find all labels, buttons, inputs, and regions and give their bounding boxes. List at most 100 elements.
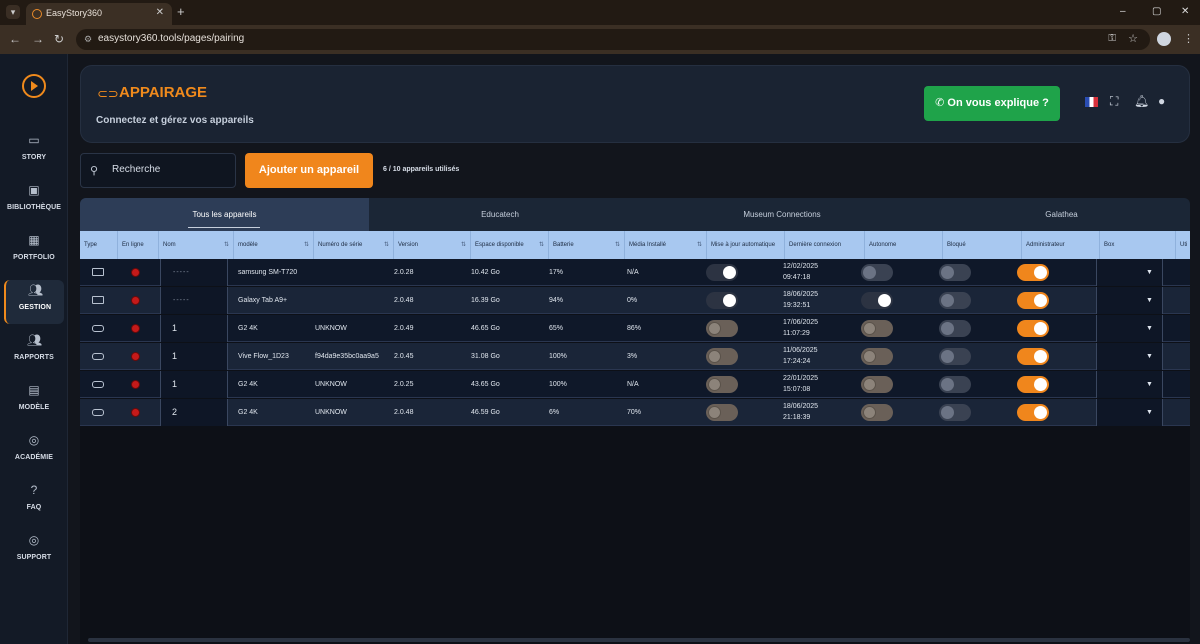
table-row[interactable]: 2 G2 4K UNKNOW 2.0.48 46.59 Go 6% 70% 18…	[80, 399, 1190, 426]
autonomous-toggle[interactable]	[861, 348, 893, 365]
sidebar-item-rapports[interactable]: 👥︎ RAPPORTS	[4, 330, 64, 374]
table-row[interactable]: 1 Vive Flow_1D23 f94da9e35bc0aa9a5 2.0.4…	[80, 343, 1190, 370]
sort-icon[interactable]: ⇅	[539, 231, 544, 259]
box-select[interactable]	[1096, 287, 1163, 314]
chevron-down-icon[interactable]: ▼	[1146, 343, 1153, 370]
column-header-media[interactable]: Média Installé ⇅	[624, 231, 706, 259]
column-header-box[interactable]: Box	[1099, 231, 1175, 259]
app-logo[interactable]	[22, 74, 46, 98]
sort-icon[interactable]: ⇅	[384, 231, 389, 259]
forward-icon[interactable]: →	[32, 32, 44, 46]
sort-icon[interactable]: ⇅	[615, 231, 620, 259]
new-tab-icon[interactable]: +	[177, 4, 185, 19]
url-field[interactable]: ⚙ easystory360.tools/pages/pairing ⚿ ☆	[76, 29, 1150, 50]
maximize-icon[interactable]: ▢	[1152, 6, 1161, 17]
auto-update-toggle[interactable]	[706, 292, 738, 309]
minimize-icon[interactable]: –	[1120, 6, 1126, 17]
profile-avatar[interactable]	[1157, 32, 1171, 46]
table-row[interactable]: 1 G2 4K UNKNOW 2.0.49 46.65 Go 65% 86% 1…	[80, 315, 1190, 342]
column-header-model[interactable]: modèle ⇅	[233, 231, 313, 259]
admin-toggle[interactable]	[1017, 404, 1049, 421]
add-device-button[interactable]: Ajouter un appareil	[245, 153, 373, 188]
column-header-type[interactable]: Type	[80, 231, 117, 259]
auto-update-toggle[interactable]	[706, 404, 738, 421]
browser-menu-icon[interactable]: ⋮	[1183, 32, 1194, 45]
sort-icon[interactable]: ⇅	[461, 231, 466, 259]
box-select[interactable]	[1096, 343, 1163, 370]
sidebar-item-gestion[interactable]: 👥︎ GESTION	[4, 280, 64, 324]
column-header-blocked[interactable]: Bloqué	[942, 231, 1021, 259]
tab-search-icon[interactable]: ▾	[6, 5, 20, 19]
blocked-toggle[interactable]	[939, 376, 971, 393]
french-flag-icon[interactable]	[1085, 97, 1098, 107]
auto-update-toggle[interactable]	[706, 348, 738, 365]
column-header-battery[interactable]: Batterie ⇅	[548, 231, 624, 259]
column-header-uti[interactable]: Uti	[1175, 231, 1190, 259]
chevron-down-icon[interactable]: ▼	[1146, 371, 1153, 398]
back-icon[interactable]: ←	[9, 32, 21, 46]
admin-toggle[interactable]	[1017, 348, 1049, 365]
sidebar-item-bibliotheque[interactable]: ▣ BIBLIOTHÈQUE	[4, 180, 64, 224]
bookmark-star-icon[interactable]: ☆	[1128, 32, 1138, 45]
box-select[interactable]	[1096, 399, 1163, 426]
chevron-down-icon[interactable]: ▼	[1146, 399, 1153, 426]
sidebar-item-support[interactable]: ◎ SUPPORT	[4, 530, 64, 574]
site-info-icon[interactable]: ⚙	[84, 34, 92, 45]
chevron-down-icon[interactable]: ▼	[1146, 287, 1153, 314]
sidebar-item-portfolio[interactable]: ▦ PORTFOLIO	[4, 230, 64, 274]
column-header-last-connection[interactable]: Dernière connexion	[784, 231, 864, 259]
chevron-down-icon[interactable]: ▼	[1146, 259, 1153, 286]
sort-icon[interactable]: ⇅	[224, 231, 229, 259]
chevron-down-icon[interactable]: ▼	[1146, 315, 1153, 342]
table-row[interactable]: 1 G2 4K UNKNOW 2.0.25 43.65 Go 100% N/A …	[80, 371, 1190, 398]
admin-toggle[interactable]	[1017, 292, 1049, 309]
column-header-autonomous[interactable]: Autonome	[864, 231, 942, 259]
blocked-toggle[interactable]	[939, 404, 971, 421]
column-header-auto-update[interactable]: Mise à jour automatique	[706, 231, 784, 259]
column-header-space[interactable]: Espace disponible ⇅	[470, 231, 548, 259]
tab-all-devices[interactable]: Tous les appareils	[80, 198, 369, 231]
account-icon[interactable]: ●	[1158, 94, 1165, 108]
box-select[interactable]	[1096, 259, 1163, 286]
tab-educatech[interactable]: Educatech	[369, 198, 631, 231]
blocked-toggle[interactable]	[939, 348, 971, 365]
fullscreen-icon[interactable]: ⛶	[1110, 94, 1118, 109]
reload-icon[interactable]: ↻	[54, 32, 64, 46]
column-header-name[interactable]: Nom ⇅	[158, 231, 233, 259]
auto-update-toggle[interactable]	[706, 320, 738, 337]
autonomous-toggle[interactable]	[861, 292, 893, 309]
autonomous-toggle[interactable]	[861, 264, 893, 281]
table-row[interactable]: ----- samsung SM-T720 2.0.28 10.42 Go 17…	[80, 259, 1190, 286]
password-key-icon[interactable]: ⚿	[1108, 33, 1116, 44]
sidebar-item-faq[interactable]: ? FAQ	[4, 480, 64, 524]
sidebar-item-story[interactable]: ▭ STORY	[4, 130, 64, 174]
autonomous-toggle[interactable]	[861, 376, 893, 393]
sidebar-item-modele[interactable]: ▤ MODÈLE	[4, 380, 64, 424]
close-tab-icon[interactable]: ✕	[156, 7, 164, 18]
column-header-serial[interactable]: Numéro de série ⇅	[313, 231, 393, 259]
column-header-admin[interactable]: Administrateur	[1021, 231, 1099, 259]
blocked-toggle[interactable]	[939, 264, 971, 281]
autonomous-toggle[interactable]	[861, 320, 893, 337]
admin-toggle[interactable]	[1017, 320, 1049, 337]
search-input[interactable]: ⚲ Recherche	[80, 153, 236, 188]
blocked-toggle[interactable]	[939, 320, 971, 337]
tab-galathea[interactable]: Galathea	[933, 198, 1190, 231]
bell-icon[interactable]: 🔔︎	[1134, 94, 1149, 108]
auto-update-toggle[interactable]	[706, 264, 738, 281]
autonomous-toggle[interactable]	[861, 404, 893, 421]
browser-tab[interactable]: EasyStory360 ✕	[26, 3, 172, 25]
close-window-icon[interactable]: ✕	[1181, 6, 1189, 17]
horizontal-scrollbar[interactable]	[88, 638, 1190, 642]
box-select[interactable]	[1096, 371, 1163, 398]
sort-icon[interactable]: ⇅	[304, 231, 309, 259]
auto-update-toggle[interactable]	[706, 376, 738, 393]
sort-icon[interactable]: ⇅	[697, 231, 702, 259]
column-header-online[interactable]: En ligne	[117, 231, 158, 259]
explain-button[interactable]: ✆ On vous explique ?	[924, 86, 1060, 121]
admin-toggle[interactable]	[1017, 376, 1049, 393]
tab-museum-connections[interactable]: Museum Connections	[631, 198, 933, 231]
box-select[interactable]	[1096, 315, 1163, 342]
sidebar-item-academie[interactable]: ◎ ACADÉMIE	[4, 430, 64, 474]
admin-toggle[interactable]	[1017, 264, 1049, 281]
